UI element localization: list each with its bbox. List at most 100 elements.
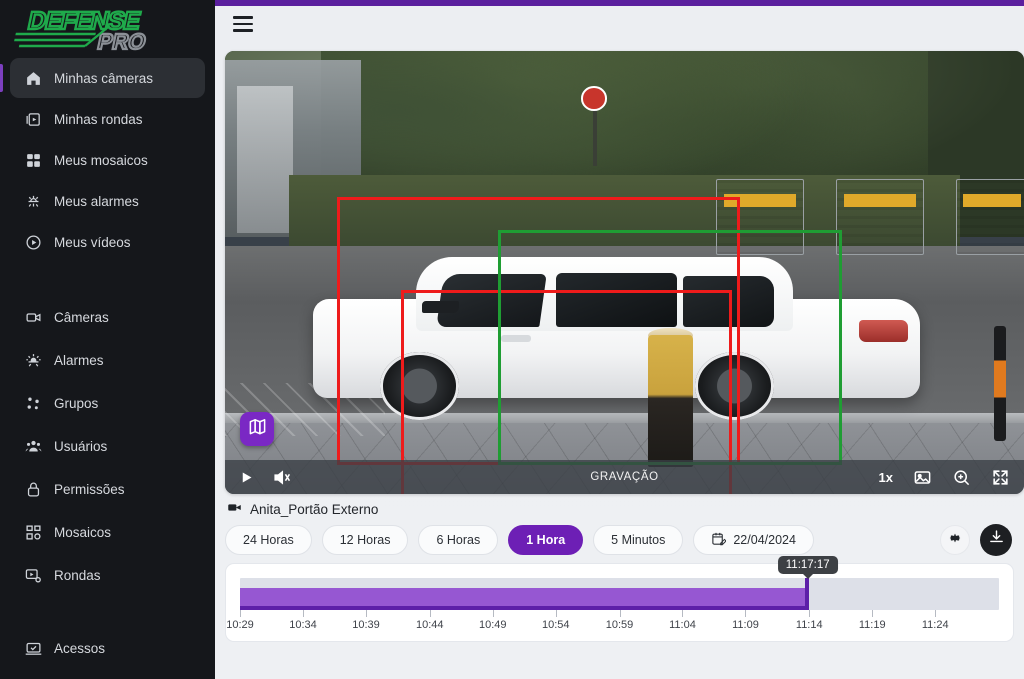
scene-sign-plate	[581, 86, 607, 111]
timeline-tick-label: 11:14	[795, 619, 823, 631]
scene-white-car	[312, 246, 921, 423]
sidebar-item-rondas[interactable]: Rondas	[10, 555, 205, 595]
sidebar-item-permissoes[interactable]: Permissões	[10, 469, 205, 509]
scene-dumpster	[956, 179, 1024, 255]
rounds-icon	[24, 566, 42, 584]
video-player[interactable]: GRAVAÇÃO 1x	[225, 51, 1024, 494]
playback-speed-label[interactable]: 1x	[879, 470, 893, 485]
sidebar-item-acessos[interactable]: Acessos	[10, 628, 205, 668]
timeline-tick	[872, 610, 874, 617]
magnifier-plus-icon[interactable]	[952, 468, 971, 487]
sidebar-item-meus-alarmes[interactable]: Meus alarmes	[10, 181, 205, 221]
timeline-tick	[492, 610, 494, 617]
sidebar-item-usuarios[interactable]: Usuários	[10, 426, 205, 466]
timeline-tick	[240, 610, 241, 617]
scene-traffic-post	[993, 325, 1007, 441]
camera-name-label: Anita_Portão Externo	[250, 501, 379, 517]
fullscreen-icon[interactable]	[991, 468, 1010, 487]
timeline-tick-label: 10:54	[541, 619, 570, 631]
top-accent-bar	[215, 0, 1024, 6]
timeline-playhead[interactable]	[805, 578, 810, 610]
player-left-controls	[239, 468, 291, 487]
lock-icon	[24, 480, 42, 498]
sidebar-item-label: Rondas	[54, 567, 101, 583]
timeline-tick	[682, 610, 684, 617]
chip-label: 24 Horas	[243, 533, 294, 547]
chip-5-minutos[interactable]: 5 Minutos	[593, 525, 684, 555]
timeline-actions	[940, 524, 1012, 556]
timeline-recorded-underline	[240, 606, 806, 610]
dumpster-label	[844, 193, 917, 207]
download-button[interactable]	[980, 524, 1012, 556]
dumpster-label	[962, 193, 1022, 207]
sidebar-item-label: Usuários	[54, 438, 108, 454]
sidebar-item-label: Minhas rondas	[54, 111, 143, 127]
grid-icon	[24, 151, 42, 169]
camera-title-row: Anita_Portão Externo	[227, 500, 378, 518]
timeline-tick-label: 11:24	[921, 619, 949, 631]
map-icon	[248, 417, 267, 441]
sidebar-group-reports: Acessos Relatórios	[0, 624, 215, 679]
sidebar-item-label: Grupos	[54, 395, 99, 411]
timeline-tick-label: 11:04	[669, 619, 696, 631]
gear-icon	[948, 531, 962, 550]
main-content: GRAVAÇÃO 1x Anita_Portão Externo 24 Hora…	[215, 0, 1024, 679]
sidebar-item-meus-mosaicos[interactable]: Meus mosaicos	[10, 140, 205, 180]
timeline[interactable]: 11:17:17 10:29 10:34 10:39 10:44 10:49 10:54 1…	[226, 556, 999, 638]
sidebar-item-label: Mosaicos	[54, 524, 112, 540]
timeline-tick-label: 10:34	[289, 619, 317, 631]
timeline-tick-label: 11:19	[858, 619, 886, 631]
car-window-mid	[555, 272, 678, 328]
hamburger-icon[interactable]	[233, 16, 253, 32]
brand-logo[interactable]: DEFENSE PRO	[0, 0, 215, 54]
scene-column	[236, 86, 293, 233]
chip-label: 5 Minutos	[611, 533, 666, 547]
settings-button[interactable]	[940, 525, 970, 555]
sidebar-group-admin: Câmeras Alarmes Grupos Usuários Permissõ…	[0, 289, 215, 598]
play-icon[interactable]	[239, 470, 254, 485]
sidebar-item-cameras[interactable]: Câmeras	[10, 297, 205, 337]
sidebar-item-meus-videos[interactable]: Meus vídeos	[10, 222, 205, 262]
chip-label: 1 Hora	[526, 533, 566, 547]
camera-icon	[24, 308, 42, 326]
car-wheel	[695, 352, 775, 420]
timeline-tick	[365, 610, 367, 617]
access-icon	[24, 639, 42, 657]
recording-status-label: GRAVAÇÃO	[590, 471, 659, 483]
sidebar-item-label: Meus mosaicos	[54, 152, 148, 168]
sidebar-item-minhas-rondas[interactable]: Minhas rondas	[10, 99, 205, 139]
car-taillight	[859, 320, 908, 342]
chip-24-horas[interactable]: 24 Horas	[225, 525, 312, 555]
calendar-edit-icon	[711, 531, 728, 549]
video-frame	[225, 51, 1024, 494]
dumpster-label	[724, 193, 797, 207]
app-root: DEFENSE PRO Minhas câmeras Minhas rondas…	[0, 0, 1024, 679]
timeline-time-tooltip: 11:17:17	[777, 556, 838, 574]
sidebar-item-alarmes[interactable]: Alarmes	[10, 340, 205, 380]
sidebar-item-label: Meus alarmes	[54, 193, 139, 209]
sidebar-item-label: Permissões	[54, 481, 125, 497]
volume-muted-icon[interactable]	[272, 468, 291, 487]
image-icon[interactable]	[913, 468, 932, 487]
scene-dumpster	[836, 179, 925, 255]
chip-1-hora[interactable]: 1 Hora	[508, 525, 584, 555]
scene-bollard	[648, 334, 694, 468]
timeline-tick-label: 10:29	[226, 619, 254, 631]
sidebar-item-minhas-cameras[interactable]: Minhas câmeras	[0, 58, 205, 98]
sidebar-item-label: Câmeras	[54, 309, 109, 325]
sidebar-item-grupos[interactable]: Grupos	[10, 383, 205, 423]
sidebar-item-relatorios[interactable]: Relatórios	[10, 671, 205, 679]
timeline-tick	[935, 610, 937, 617]
time-range-filters: 24 Horas 12 Horas 6 Horas 1 Hora 5 Minut…	[225, 525, 814, 555]
timeline-tick-label: 11:09	[732, 619, 759, 631]
map-button[interactable]	[240, 412, 274, 446]
date-chip-label: 22/04/2024	[733, 533, 796, 547]
sidebar-item-mosaicos[interactable]: Mosaicos	[10, 512, 205, 552]
sidebar-item-label: Meus vídeos	[54, 234, 131, 250]
chip-12-horas[interactable]: 12 Horas	[321, 525, 409, 555]
scene-dumpster	[716, 179, 805, 255]
date-picker-chip[interactable]: 22/04/2024	[693, 525, 814, 555]
chip-6-horas[interactable]: 6 Horas	[418, 525, 499, 555]
sidebar-group-personal: Minhas câmeras Minhas rondas Meus mosaic…	[0, 54, 215, 263]
timeline-tick-label: 10:44	[415, 619, 444, 631]
